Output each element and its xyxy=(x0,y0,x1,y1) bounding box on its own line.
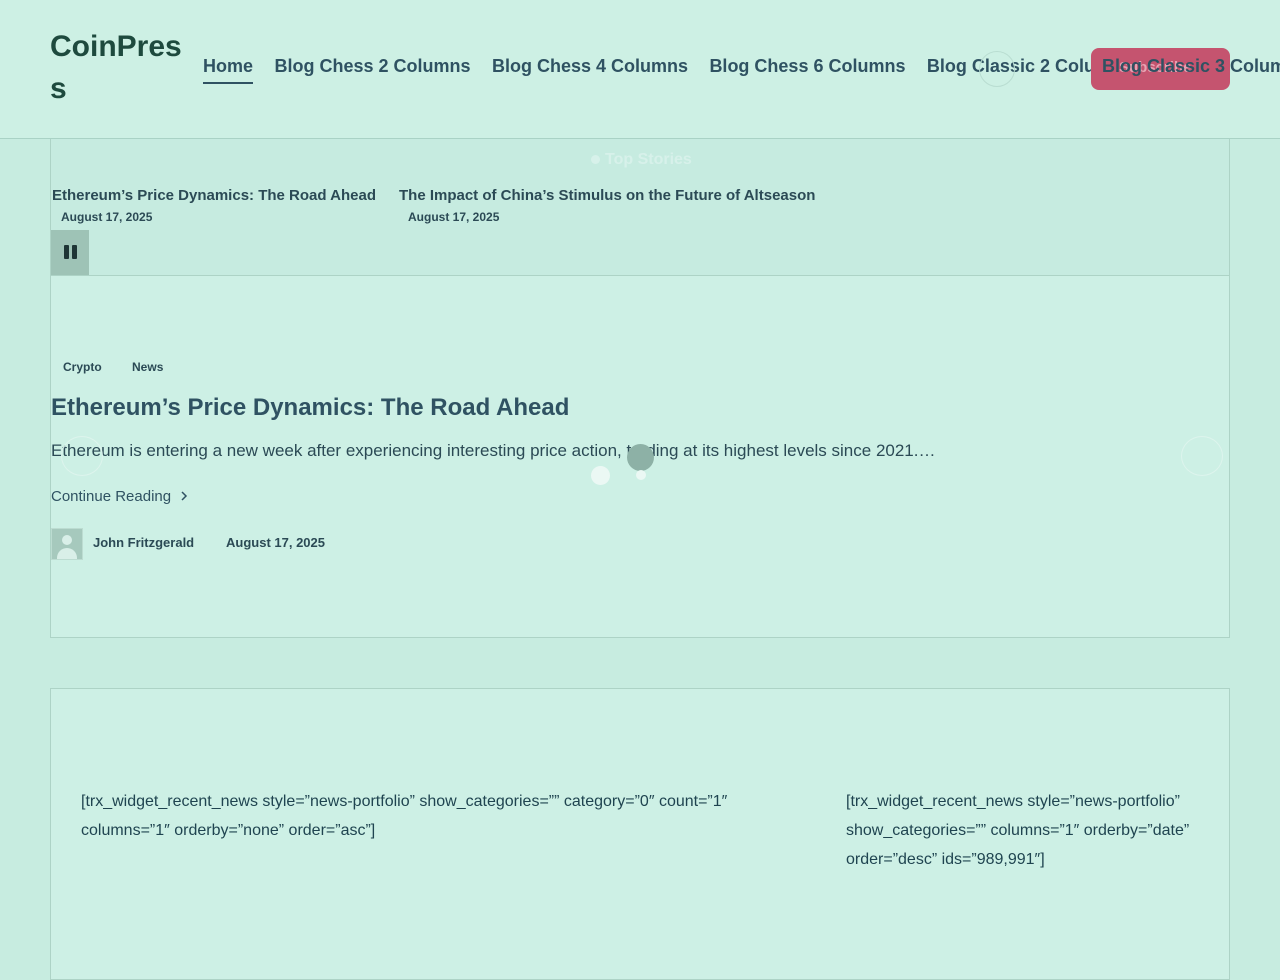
avatar xyxy=(51,528,83,560)
shortcode-text: [trx_widget_recent_news style=”news-port… xyxy=(846,793,1190,868)
category-link[interactable]: Crypto xyxy=(63,360,102,374)
slider-prev-button[interactable] xyxy=(61,436,103,476)
ticker-label: Top Stories xyxy=(591,151,692,169)
story-title[interactable]: The Impact of China’s Stimulus on the Fu… xyxy=(399,187,815,204)
continue-reading-link[interactable]: Continue Reading xyxy=(51,488,189,505)
nav-item-blog-chess-4[interactable]: Blog Chess 4 Columns xyxy=(492,56,688,82)
slider-dot[interactable] xyxy=(636,470,646,480)
story-date: August 17, 2025 xyxy=(408,210,500,224)
post-categories: Crypto News xyxy=(63,360,190,374)
slider-dot-active[interactable] xyxy=(627,444,654,471)
slider-next-button[interactable] xyxy=(1181,436,1223,476)
featured-post: Crypto News Ethereum’s Price Dynamics: T… xyxy=(50,276,1230,638)
post-author[interactable]: John Fritzgerald xyxy=(93,535,194,550)
dot-icon xyxy=(591,155,600,165)
ticker-story[interactable]: The Impact of China’s Stimulus on the Fu… xyxy=(399,187,815,224)
widgets-section: [trx_widget_recent_news style=”news-port… xyxy=(50,688,1230,980)
shortcode-text: [trx_widget_recent_news style=”news-port… xyxy=(81,793,728,839)
chevron-right-icon xyxy=(181,491,188,501)
post-excerpt: Ethereum is entering a new week after ex… xyxy=(51,441,936,460)
pause-button[interactable] xyxy=(51,230,89,275)
slider-dot[interactable] xyxy=(591,466,610,485)
nav-item-blog-chess-2[interactable]: Blog Chess 2 Columns xyxy=(274,56,470,82)
site-header: CoinPress Home Blog Chess 2 Columns Blog… xyxy=(0,0,1280,139)
nav-item-blog-chess-6[interactable]: Blog Chess 6 Columns xyxy=(709,56,905,82)
category-link[interactable]: News xyxy=(132,360,163,374)
post-title[interactable]: Ethereum’s Price Dynamics: The Road Ahea… xyxy=(51,394,569,422)
ticker-story[interactable]: Ethereum’s Price Dynamics: The Road Ahea… xyxy=(52,187,376,224)
story-date: August 17, 2025 xyxy=(61,210,153,224)
pause-icon xyxy=(64,245,69,259)
site-logo[interactable]: CoinPress xyxy=(50,26,190,110)
story-title[interactable]: Ethereum’s Price Dynamics: The Road Ahea… xyxy=(52,187,376,204)
nav-item-blog-classic-3[interactable]: Blog Classic 3 Columns xyxy=(1102,56,1280,77)
post-date: August 17, 2025 xyxy=(226,535,325,550)
top-stories-ticker: Top Stories Ethereum’s Price Dynamics: T… xyxy=(50,139,1230,276)
nav-item-home[interactable]: Home xyxy=(203,56,254,84)
search-icon[interactable] xyxy=(979,51,1015,87)
